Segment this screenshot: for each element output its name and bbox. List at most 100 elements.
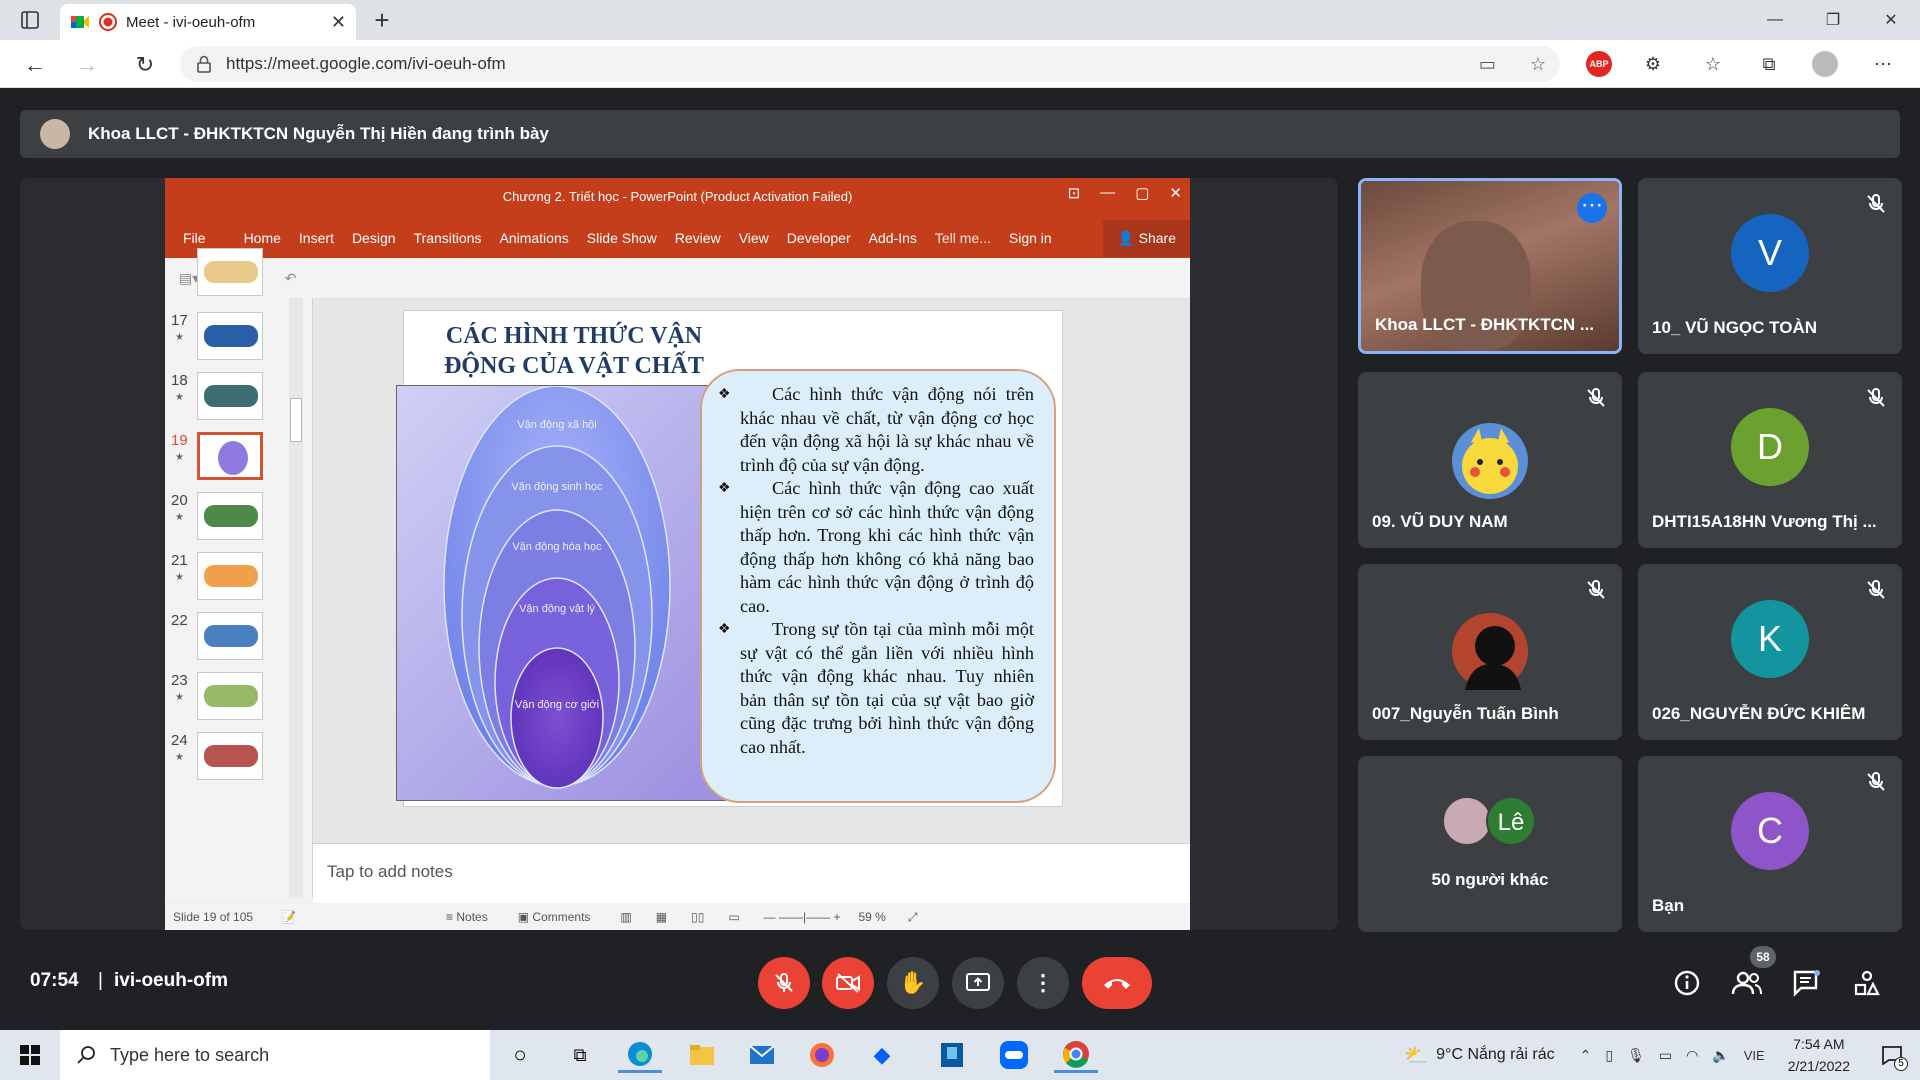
profile-avatar[interactable] — [1812, 51, 1838, 77]
ribbon-tab-transitions[interactable]: Transitions — [414, 230, 482, 246]
others-tile[interactable]: Lê 50 người khác — [1358, 756, 1622, 932]
tab-close-icon[interactable]: ✕ — [331, 12, 346, 33]
firefox-icon[interactable] — [800, 1037, 844, 1073]
zoom-level[interactable]: 59 % — [858, 910, 885, 924]
ppt-maximize-icon[interactable]: ▢ — [1135, 184, 1149, 202]
participant-tile-presenter[interactable]: ⋯ Khoa LLCT - ĐHKTKTCN ... — [1358, 178, 1622, 354]
favorites-icon[interactable]: ☆ — [1700, 51, 1726, 77]
spell-check-icon[interactable]: 📝 — [281, 910, 296, 924]
camera-in-use-icon[interactable]: ▭ — [1479, 54, 1496, 75]
extensions-icon[interactable]: ⚙ — [1640, 51, 1666, 77]
leave-call-button[interactable] — [1082, 957, 1152, 1009]
participant-tile[interactable]: V 10_ VŨ NGỌC TOÀN — [1638, 178, 1902, 354]
new-tab-button[interactable]: + — [368, 6, 396, 34]
paragraph-3: ❖ Trong sự tồn tại của mình mỗi một sự vậ… — [718, 618, 1034, 759]
mic-toggle-button[interactable] — [758, 957, 810, 1009]
ribbon-tab-developer[interactable]: Developer — [787, 230, 851, 246]
add-favorite-icon[interactable]: ☆ — [1530, 54, 1546, 75]
scroll-thumb[interactable] — [290, 398, 302, 442]
ribbon-tab-file[interactable]: File — [183, 230, 206, 246]
ribbon-sign-in[interactable]: Sign in — [1009, 230, 1052, 246]
close-window-icon[interactable]: ✕ — [1862, 0, 1920, 40]
input-language[interactable]: VIE — [1744, 1048, 1765, 1063]
cortana-icon[interactable]: ○ — [498, 1037, 542, 1073]
reload-icon[interactable]: ↻ — [130, 50, 160, 80]
comments-toggle[interactable]: ▣ Comments — [518, 910, 591, 924]
chrome-icon[interactable] — [1054, 1037, 1098, 1073]
ppt-share-button[interactable]: 👤 Share — [1103, 219, 1190, 257]
restore-icon[interactable]: ❐ — [1804, 0, 1862, 40]
taskbar-search[interactable]: Type here to search — [60, 1030, 490, 1080]
weather-icon: ⛅ — [1404, 1044, 1430, 1067]
fit-slide-icon[interactable]: ⤢ — [908, 910, 918, 925]
start-button[interactable] — [12, 1042, 48, 1068]
tray-chevron-icon[interactable]: ⌃ — [1580, 1047, 1592, 1064]
minimize-icon[interactable]: — — [1746, 0, 1804, 40]
volume-icon[interactable]: 🔈 — [1712, 1047, 1729, 1064]
paragraph-text: Các hình thức vận động nói trên khác nha… — [740, 384, 1034, 475]
participant-tile[interactable]: K 026_NGUYỄN ĐỨC KHIÊM — [1638, 564, 1902, 740]
more-vert-icon: ⋮ — [1032, 970, 1054, 995]
battery-icon[interactable]: ▭ — [1659, 1047, 1672, 1064]
device-icon[interactable]: ▯ — [1605, 1047, 1613, 1064]
ribbon-tab-view[interactable]: View — [739, 230, 769, 246]
adblock-icon[interactable]: ABP — [1586, 51, 1612, 77]
chat-button[interactable] — [1786, 962, 1828, 1004]
more-options-button[interactable]: ⋮ — [1017, 957, 1069, 1009]
more-options-icon[interactable]: ⋯ — [1577, 193, 1607, 223]
ribbon-tab-insert[interactable]: Insert — [299, 230, 334, 246]
forward-icon[interactable]: → — [72, 50, 102, 80]
notes-toggle[interactable]: ≡ Notes — [446, 910, 488, 924]
mail-icon[interactable] — [740, 1037, 784, 1073]
edge-icon[interactable] — [618, 1037, 662, 1073]
ppt-share-label: Share — [1138, 229, 1176, 246]
ppt-close-icon[interactable]: ✕ — [1169, 184, 1182, 202]
ppt-minimize-icon[interactable]: — — [1100, 184, 1115, 202]
people-button[interactable] — [1726, 962, 1768, 1004]
task-view-icon[interactable]: ⧉ — [558, 1037, 602, 1073]
url-field[interactable]: https://meet.google.com/ivi-oeuh-ofm ▭ ☆ — [180, 46, 1560, 82]
back-icon[interactable]: ← — [20, 50, 50, 80]
taskbar-clock[interactable]: 7:54 AM 2/21/2022 — [1788, 1033, 1850, 1077]
present-now-button[interactable] — [952, 957, 1004, 1009]
ribbon-tab-home[interactable]: Home — [244, 230, 281, 246]
zalo-icon[interactable] — [992, 1037, 1036, 1073]
thumbnail-scrollbar[interactable] — [289, 298, 303, 898]
participant-tile[interactable]: 09. VŨ DUY NAM — [1358, 372, 1622, 548]
activities-button[interactable] — [1846, 962, 1888, 1004]
slide-number: 23 — [171, 672, 188, 689]
meeting-details-button[interactable] — [1666, 962, 1708, 1004]
raise-hand-button[interactable]: ✋ — [887, 957, 939, 1009]
notifications-button[interactable]: 5 — [1872, 1035, 1912, 1075]
ribbon-tell-me[interactable]: Tell me... — [935, 230, 991, 246]
reading-view-icon[interactable]: ▯▯ — [691, 910, 704, 924]
collections-icon[interactable]: ⧉ — [1756, 51, 1782, 77]
ppt-ribbon-display-icon[interactable]: ⊡ — [1068, 184, 1081, 202]
more-menu-icon[interactable]: ⋯ — [1870, 51, 1896, 77]
ribbon-tab-design[interactable]: Design — [352, 230, 396, 246]
browser-tab[interactable]: Meet - ivi-oeuh-ofm ✕ — [60, 4, 356, 40]
ribbon-tab-animations[interactable]: Animations — [499, 230, 568, 246]
dropbox-icon[interactable]: ◆ — [860, 1037, 904, 1073]
ribbon-tab-add-ins[interactable]: Add-Ins — [869, 230, 917, 246]
microphone-icon[interactable]: 🎙 — [1627, 1047, 1645, 1064]
camera-toggle-button[interactable] — [822, 957, 874, 1009]
slideshow-view-icon[interactable]: ▭ — [728, 910, 739, 924]
participant-tile[interactable]: D DHTI15A18HN Vương Thị ... — [1638, 372, 1902, 548]
current-slide[interactable]: CÁC HÌNH THỨC VẬN ĐỘNG CỦA VẬT CHẤT Vận … — [396, 310, 1063, 807]
slide-text-box[interactable]: ❖ Các hình thức vận động nói trên khác nh… — [700, 369, 1056, 803]
tab-actions-icon[interactable] — [12, 8, 48, 32]
notes-pane[interactable]: Tap to add notes — [313, 843, 1190, 903]
file-explorer-icon[interactable] — [680, 1037, 724, 1073]
reader-app-icon[interactable] — [930, 1037, 974, 1073]
self-tile[interactable]: C Bạn — [1638, 756, 1902, 932]
wifi-icon[interactable]: ◠ — [1686, 1047, 1698, 1064]
ribbon-tab-review[interactable]: Review — [675, 230, 721, 246]
normal-view-icon[interactable]: ▥ — [620, 910, 631, 924]
zoom-slider[interactable]: — ——|—— + — [764, 910, 841, 924]
weather-text[interactable]: 9°C Nắng rải rác — [1436, 1046, 1554, 1064]
participant-tile[interactable]: 007_Nguyễn Tuấn Bình — [1358, 564, 1622, 740]
slide-number: 18 — [171, 372, 188, 389]
slide-sorter-icon[interactable]: ▦ — [656, 910, 667, 924]
ribbon-tab-slide-show[interactable]: Slide Show — [587, 230, 657, 246]
